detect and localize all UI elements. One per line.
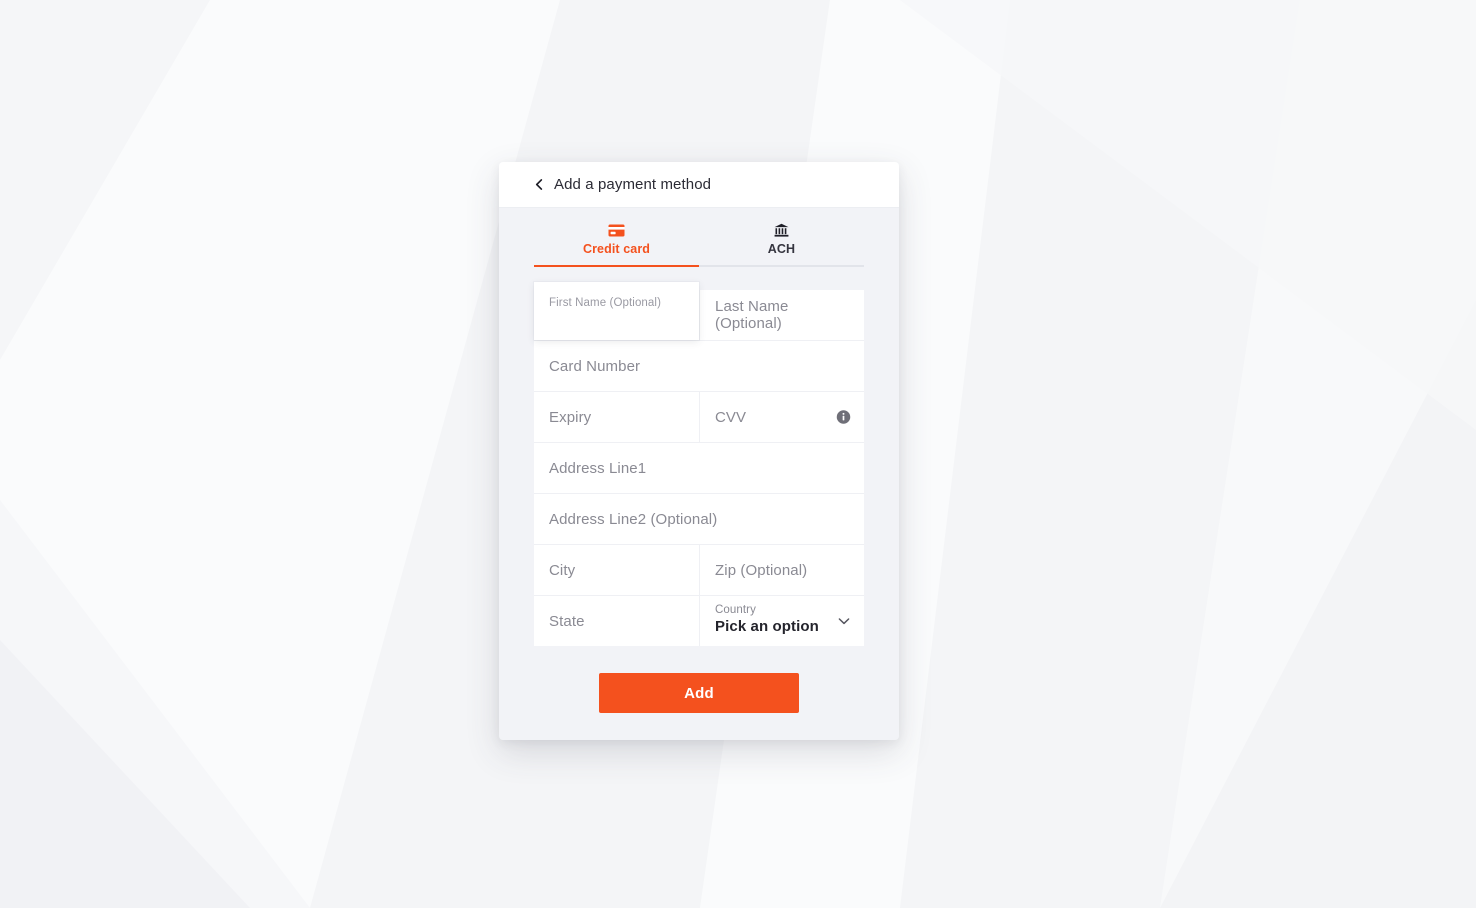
form-row-expiry-cvv: Expiry CVV: [534, 392, 864, 443]
card-header: Add a payment method: [499, 162, 899, 208]
form-row-address-line1: Address Line1: [534, 443, 864, 494]
state-field[interactable]: State: [534, 596, 699, 646]
first-name-field[interactable]: First Name (Optional): [534, 282, 699, 340]
cvv-placeholder: CVV: [715, 408, 747, 426]
chevron-down-icon[interactable]: [836, 613, 852, 629]
expiry-field[interactable]: Expiry: [534, 392, 699, 442]
city-placeholder: City: [549, 561, 576, 579]
tab-ach[interactable]: ACH: [699, 222, 864, 267]
bank-icon: [699, 222, 864, 239]
form-row-city-zip: City Zip (Optional): [534, 545, 864, 596]
tab-ach-label: ACH: [767, 242, 796, 256]
last-name-field[interactable]: Last Name (Optional): [699, 290, 864, 340]
state-placeholder: State: [549, 612, 585, 630]
form-row-card-number: Card Number: [534, 341, 864, 392]
credit-card-icon: [534, 222, 699, 239]
tab-credit-card-label: Credit card: [582, 242, 651, 256]
form-row-name: Last Name (Optional) First Name (Optiona…: [534, 282, 864, 341]
country-select-label: Country: [715, 604, 756, 616]
cvv-field[interactable]: CVV: [699, 392, 864, 442]
last-name-placeholder: Last Name (Optional): [715, 298, 789, 332]
add-button[interactable]: Add: [599, 673, 799, 713]
address-line2-field[interactable]: Address Line2 (Optional): [534, 494, 864, 544]
zip-placeholder: Zip (Optional): [715, 561, 808, 579]
country-select[interactable]: Country Pick an option: [699, 596, 864, 646]
city-field[interactable]: City: [534, 545, 699, 595]
expiry-placeholder: Expiry: [549, 408, 592, 426]
tab-credit-card[interactable]: Credit card: [534, 222, 699, 267]
page-title: Add a payment method: [554, 176, 712, 193]
country-select-value: Pick an option: [715, 618, 819, 635]
chevron-left-icon[interactable]: [534, 179, 545, 190]
address-line1-field[interactable]: Address Line1: [534, 443, 864, 493]
first-name-label: First Name (Optional): [549, 297, 662, 309]
submit-area: Add: [499, 673, 899, 713]
form-row-state-country: State Country Pick an option: [534, 596, 864, 646]
payment-method-tabs: Credit card ACH: [499, 222, 899, 267]
card-number-placeholder: Card Number: [549, 357, 641, 375]
card-number-field[interactable]: Card Number: [534, 341, 864, 391]
address-line1-placeholder: Address Line1: [549, 459, 647, 477]
zip-field[interactable]: Zip (Optional): [699, 545, 864, 595]
address-line2-placeholder: Address Line2 (Optional): [549, 510, 718, 528]
payment-form: Last Name (Optional) First Name (Optiona…: [534, 282, 864, 646]
form-row-address-line2: Address Line2 (Optional): [534, 494, 864, 545]
info-icon[interactable]: [836, 410, 851, 425]
add-payment-method-card: Add a payment method Credit card ACH Las…: [499, 162, 899, 740]
